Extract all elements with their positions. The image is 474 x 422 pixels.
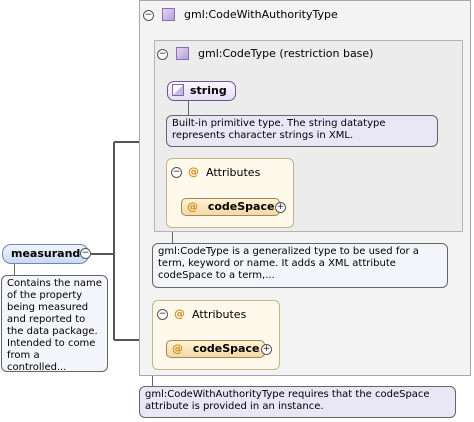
attributes-label: Attributes (192, 308, 247, 321)
collapse-icon[interactable]: − (143, 10, 154, 21)
restriction-base-title: gml:CodeType (restriction base) (198, 47, 374, 60)
string-base-type[interactable]: string (167, 81, 236, 101)
string-annotation: Built-in primitive type. The string data… (166, 115, 438, 147)
note-connector (152, 376, 153, 386)
element-name: measurand (11, 247, 81, 260)
string-base-label: string (190, 84, 227, 97)
code-type-annotation: gml:CodeType is a generalized type to be… (152, 243, 448, 288)
complex-type-annotation: gml:CodeWithAuthorityType requires that … (139, 386, 456, 418)
expand-icon[interactable]: + (261, 344, 272, 355)
note-connector (188, 101, 189, 115)
collapse-icon[interactable]: − (157, 49, 168, 60)
element-measurand[interactable]: measurand (2, 244, 90, 264)
collapse-icon[interactable]: − (80, 248, 91, 259)
attribute-icon: @ (172, 342, 183, 355)
simple-type-icon (176, 47, 189, 60)
collapse-icon[interactable]: − (157, 309, 168, 320)
attribute-name: codeSpace (192, 342, 260, 355)
attribute-codespace[interactable]: @ codeSpace (181, 198, 281, 216)
complex-type-title: gml:CodeWithAuthorityType (184, 8, 338, 21)
attributes-label: Attributes (206, 166, 261, 179)
expand-icon[interactable]: + (275, 202, 286, 213)
attribute-name: codeSpace (207, 200, 275, 213)
complex-type-icon (162, 8, 175, 21)
collapse-icon[interactable]: − (171, 167, 182, 178)
attribute-icon: @ (188, 165, 199, 178)
attribute-codespace[interactable]: @ codeSpace (166, 340, 266, 358)
attribute-icon: @ (174, 307, 185, 320)
element-annotation: Contains the name of the property being … (1, 275, 108, 373)
primitive-type-icon (172, 84, 184, 96)
attribute-icon: @ (187, 200, 198, 213)
